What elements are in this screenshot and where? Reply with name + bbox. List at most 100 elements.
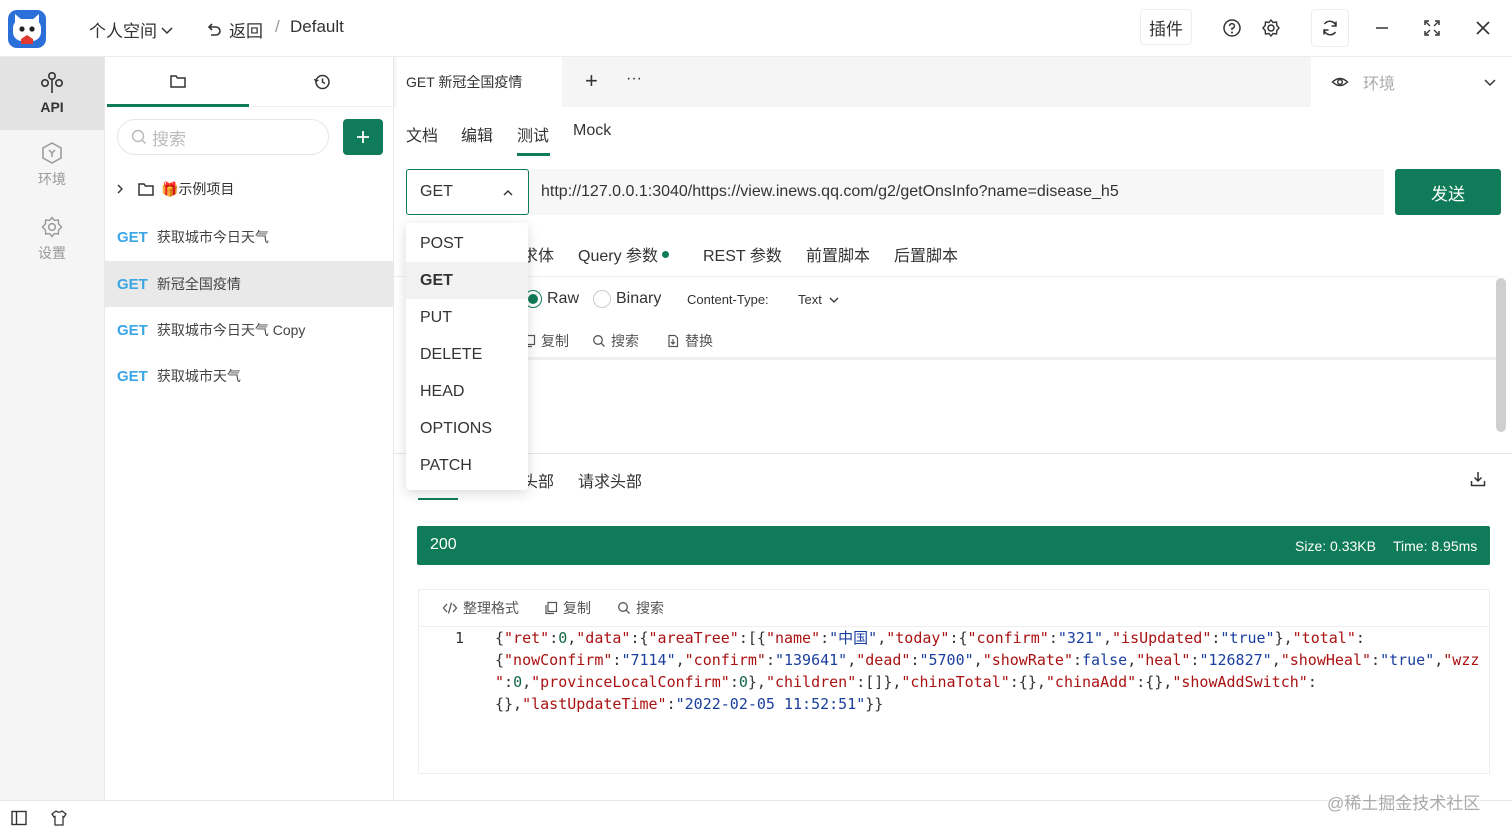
back-button[interactable]: 返回 (205, 17, 263, 42)
tab-history[interactable] (251, 57, 393, 107)
download-icon (1470, 472, 1486, 487)
tab-test[interactable]: 测试 (517, 122, 549, 146)
refresh-icon (1323, 20, 1337, 36)
workspace-selector[interactable]: 个人空间 (89, 17, 174, 42)
chevron-down-icon (161, 26, 173, 34)
method-option-label: PATCH (420, 456, 472, 474)
active-tab-indicator (418, 498, 458, 500)
copy-body-button[interactable]: 复制 (522, 331, 569, 351)
maximize-button[interactable] (1420, 16, 1444, 40)
project-name[interactable]: Default (290, 17, 344, 37)
refresh-button[interactable] (1311, 9, 1349, 47)
chevron-down-icon (1484, 79, 1496, 87)
tab-query-label: Query 参数 (578, 248, 659, 265)
download-response-button[interactable] (1466, 467, 1490, 491)
eye-icon (1331, 77, 1349, 87)
api-method: GET (117, 367, 148, 385)
replace-body-button[interactable]: 替换 (666, 331, 713, 351)
tab-mock[interactable]: Mock (573, 122, 611, 140)
search-icon (593, 335, 605, 347)
environment-selector[interactable]: 环境 (1311, 57, 1512, 107)
minimize-button[interactable] (1370, 16, 1394, 40)
search-response-label: 搜索 (636, 600, 664, 616)
chevron-right-icon (117, 184, 123, 194)
url-input[interactable]: http://127.0.0.1:3040/https://view.inews… (529, 169, 1384, 215)
search-body-button[interactable]: 搜索 (592, 331, 639, 351)
send-button[interactable]: 发送 (1395, 169, 1501, 215)
rail-item-environment[interactable]: 环境 (0, 141, 104, 201)
close-button[interactable] (1471, 16, 1495, 40)
response-time: Time: 8.95ms (1393, 538, 1478, 554)
editor-divider (420, 357, 1496, 360)
search-icon (131, 129, 147, 145)
method-option[interactable]: DELETE (406, 336, 528, 373)
minimize-icon (1376, 27, 1388, 29)
response-size: Size: 0.33KB (1295, 538, 1376, 554)
code-icon (442, 602, 458, 614)
theme-button[interactable] (48, 807, 70, 829)
request-scrollbar[interactable] (1496, 278, 1506, 432)
radio-binary[interactable]: Binary (593, 290, 661, 308)
query-dot-badge (662, 250, 670, 258)
method-option[interactable]: OPTIONS (406, 410, 528, 447)
format-button[interactable]: 整理格式 (442, 598, 519, 618)
method-option[interactable]: POST (406, 225, 528, 262)
format-label: 整理格式 (463, 600, 519, 616)
add-api-button[interactable] (343, 119, 383, 155)
content-type-select[interactable]: Text (798, 292, 840, 307)
api-item[interactable]: GET 获取城市天气 (105, 353, 393, 399)
undo-icon (207, 22, 221, 36)
method-option[interactable]: HEAD (406, 373, 528, 410)
request-tab[interactable]: GET 新冠全国疫情 (396, 57, 562, 107)
method-option-label: GET (420, 271, 453, 289)
new-tab-button[interactable]: + (585, 68, 598, 94)
tab-edit[interactable]: 编辑 (461, 122, 493, 146)
copy-response-label: 复制 (563, 600, 591, 616)
tab-docs[interactable]: 文档 (406, 122, 438, 146)
api-item[interactable]: GET 获取城市今日天气 (105, 214, 393, 260)
status-code: 200 (430, 536, 457, 553)
tab-query-params[interactable]: Query 参数 (578, 242, 670, 266)
left-rail: API 环境 设置 (0, 57, 105, 800)
radio-raw[interactable]: Raw (524, 290, 579, 308)
chevron-down-icon (829, 297, 839, 303)
method-option[interactable]: PUT (406, 299, 528, 336)
breadcrumb-separator: / (275, 17, 280, 36)
api-item-selected[interactable]: GET 新冠全国疫情 (105, 261, 393, 307)
toggle-sidebar-button[interactable] (8, 807, 30, 829)
method-option-selected[interactable]: GET (406, 262, 528, 299)
copy-body-label: 复制 (541, 333, 569, 349)
api-item[interactable]: GET 获取城市今日天气 Copy (105, 307, 393, 353)
settings-button[interactable] (1259, 16, 1283, 40)
environment-icon (42, 142, 62, 164)
method-option[interactable]: PATCH (406, 447, 528, 484)
tab-post-script[interactable]: 后置脚本 (894, 242, 958, 266)
tab-pre-script[interactable]: 前置脚本 (806, 242, 870, 266)
help-button[interactable] (1220, 16, 1244, 40)
copy-response-button[interactable]: 复制 (544, 598, 591, 618)
settings-icon (41, 216, 63, 238)
folder-row[interactable]: 🎁示例项目 (113, 179, 234, 199)
api-search-box[interactable]: 搜索 (117, 119, 329, 155)
search-response-button[interactable]: 搜索 (617, 598, 664, 618)
content-type-value: Text (798, 292, 822, 307)
plugin-button[interactable]: 插件 (1140, 9, 1192, 45)
api-name: 获取城市今日天气 (156, 229, 269, 245)
url-value: http://127.0.0.1:3040/https://view.inews… (541, 183, 1119, 200)
rail-item-api[interactable]: API (0, 57, 104, 130)
rail-item-settings[interactable]: 设置 (0, 215, 104, 275)
api-method: GET (117, 275, 148, 293)
tab-api-tree[interactable] (107, 57, 249, 107)
api-sidebar: 搜索 🎁示例项目 GET 获取城市今日天气 GET 新冠全国疫情 GET 获取城… (105, 57, 394, 800)
tab-rest-params[interactable]: REST 参数 (703, 242, 782, 266)
more-tabs-button[interactable]: ··· (626, 70, 642, 88)
send-label: 发送 (1431, 184, 1465, 204)
tab-request-headers[interactable]: 请求头部 (578, 468, 642, 492)
api-name: 获取城市天气 (156, 368, 241, 384)
method-option-label: PUT (420, 308, 452, 326)
help-icon (1223, 19, 1241, 37)
divider (394, 276, 1498, 277)
api-method: GET (117, 228, 148, 246)
method-select[interactable]: GET (406, 169, 529, 215)
sidebar-toggle-icon (11, 810, 27, 826)
